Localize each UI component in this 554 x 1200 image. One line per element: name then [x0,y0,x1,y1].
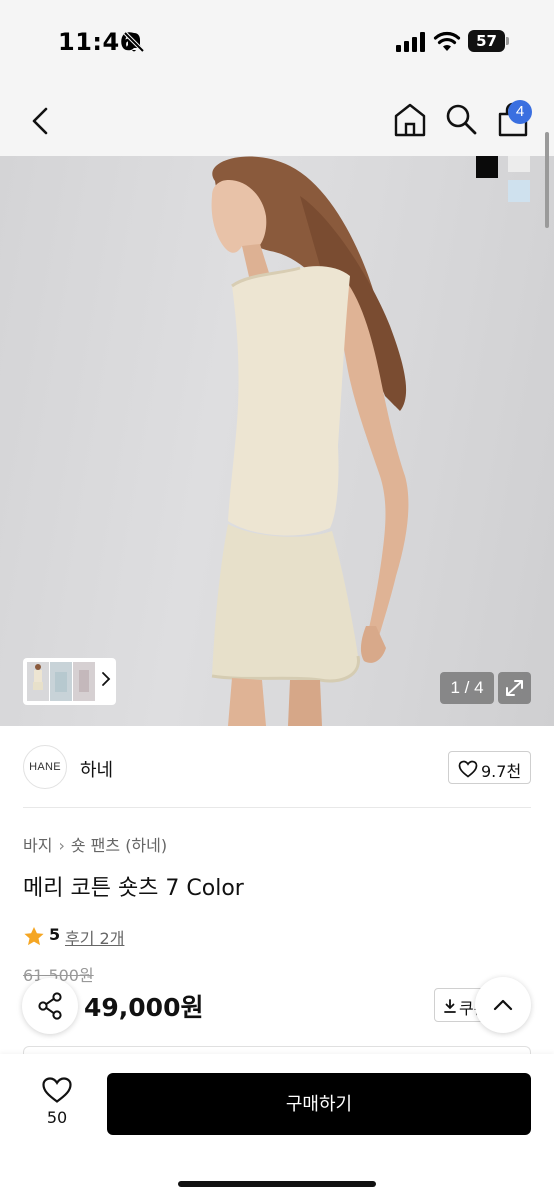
breadcrumb: 바지 › 숏 팬츠 (하네) [23,832,167,856]
battery-indicator: 57 [468,30,510,52]
cellular-signal-icon [396,32,425,52]
cart-count-badge: 4 [508,100,532,124]
breadcrumb-item-subcategory[interactable]: 숏 팬츠 (하네) [71,832,167,856]
scroll-indicator [545,132,549,228]
home-indicator [178,1181,376,1187]
heart-icon [458,760,478,778]
thumbnail-strip[interactable] [23,658,116,705]
color-swatch-white [508,156,530,172]
brand-like-count: 9.7천 [481,762,522,781]
buy-button[interactable]: 구매하기 [107,1073,531,1135]
bell-off-icon [123,31,145,53]
bottom-action-bar: 50 구매하기 [0,1054,554,1200]
brand-like-button[interactable]: 9.7천 [448,751,531,784]
wishlist-count: 50 [46,1108,68,1127]
scroll-to-top-button[interactable] [475,977,531,1033]
chevron-right-icon[interactable] [101,670,111,688]
download-icon [444,999,456,1013]
thumbnail-image-1[interactable] [27,662,49,701]
wifi-icon [433,31,461,51]
top-nav-bar [0,84,554,156]
color-swatch-black [476,156,498,178]
chevron-up-icon [493,999,513,1011]
product-image-gallery[interactable]: 1 / 4 [0,156,554,726]
heart-icon [42,1077,72,1103]
wishlist-button[interactable]: 50 [30,1074,84,1134]
review-link[interactable]: 후기 2개 [65,925,124,949]
product-title: 메리 코튼 숏츠 7 Color [23,876,244,901]
brand-name[interactable]: 하네 [80,756,113,782]
back-button[interactable] [26,104,56,138]
expand-button[interactable] [498,672,531,704]
thumbnail-image-3[interactable] [73,662,95,701]
divider [23,807,531,808]
status-bar: 11:46 57 [0,0,554,84]
brand-logo[interactable]: HANE [23,745,67,789]
search-icon[interactable] [444,102,478,136]
battery-tip [506,37,509,45]
home-icon[interactable] [393,102,427,138]
rating-value: 5 [49,925,61,944]
share-icon [38,992,62,1020]
product-model-photo [211,156,530,726]
battery-level: 57 [468,30,505,52]
image-page-indicator: 1 / 4 [440,672,494,704]
star-icon [24,927,44,946]
breadcrumb-item-category[interactable]: 바지 [23,832,52,856]
thumbnail-image-2[interactable] [50,662,72,701]
sale-price: 49,000원 [84,993,204,1022]
color-swatch-blue [508,180,530,202]
breadcrumb-separator-icon: › [58,836,65,855]
share-button[interactable] [22,978,78,1034]
expand-icon [506,680,523,696]
